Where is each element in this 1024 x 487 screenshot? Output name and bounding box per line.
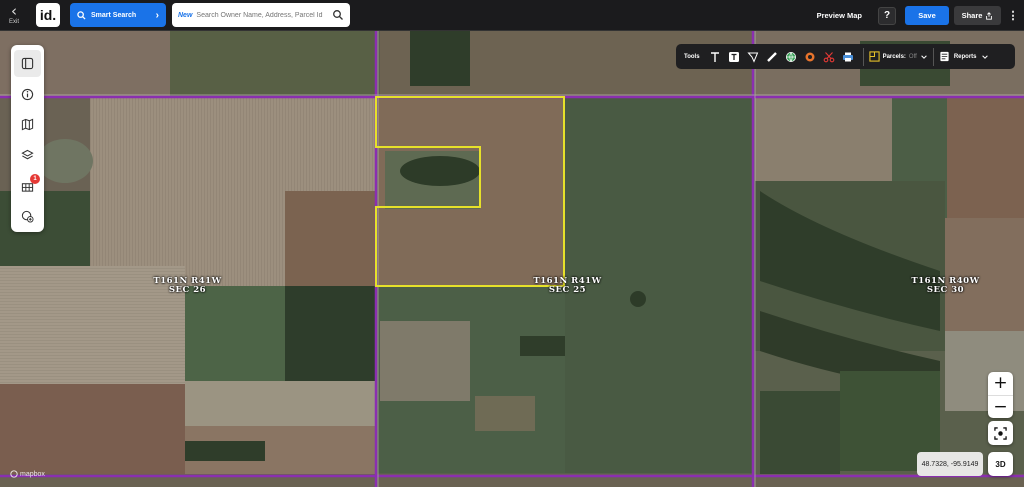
focus-icon <box>994 426 1007 440</box>
sidebar-item-layers[interactable] <box>14 142 41 169</box>
app-logo[interactable]: id. <box>36 3 60 27</box>
text-icon <box>711 51 720 62</box>
smart-search-button[interactable]: Smart Search › <box>70 3 166 27</box>
panel-icon <box>21 57 34 69</box>
search-icon[interactable] <box>332 9 344 21</box>
ruler-icon <box>767 51 777 62</box>
save-button[interactable]: Save <box>905 6 949 25</box>
zoom-control: + − <box>988 372 1013 418</box>
cut-tool[interactable] <box>820 47 839 66</box>
globe-tool[interactable] <box>782 47 801 66</box>
text-box-tool[interactable] <box>725 47 744 66</box>
search-box: New <box>172 3 350 27</box>
sidebar-item-data-layers[interactable]: 1 <box>14 173 41 200</box>
chevron-left-icon: ‹ <box>11 2 17 20</box>
map-icon <box>21 118 34 131</box>
locate-button[interactable] <box>988 421 1013 445</box>
top-bar: ‹ Exit id. Smart Search › New Preview Ma… <box>0 0 1024 31</box>
reports-icon <box>940 51 949 62</box>
scissors-icon <box>823 51 835 62</box>
app-root: T161N R41W SEC 26 T161N R41W SEC 25 T161N … <box>0 0 1024 487</box>
top-right-actions: Preview Map ? Save Share ⋮ <box>817 0 1024 31</box>
aerial-imagery <box>0 31 1024 487</box>
parcels-toggle[interactable]: Parcels: Off <box>868 51 928 62</box>
exit-button[interactable]: ‹ Exit <box>0 0 28 31</box>
left-sidebar: 1 <box>11 45 44 232</box>
search-icon <box>77 10 86 20</box>
print-tool[interactable] <box>839 47 858 66</box>
info-icon <box>21 88 34 100</box>
divider <box>862 47 864 66</box>
tools-label: Tools <box>684 53 700 60</box>
section-label-sec25: T161N R41W SEC 25 <box>533 276 602 295</box>
tools-bar: Tools Parcels: Off Reports <box>676 44 1015 69</box>
mapbox-attribution[interactable]: mapbox <box>10 470 45 478</box>
chevron-right-icon: › <box>155 9 159 21</box>
section-label-sec30: T161N R40W SEC 30 <box>911 276 980 295</box>
mapbox-logo-icon <box>10 470 18 478</box>
coordinates-readout: 48.7328, -95.9149 <box>917 452 983 476</box>
help-button[interactable]: ? <box>878 6 896 25</box>
share-icon <box>986 11 993 20</box>
more-menu-icon[interactable]: ⋮ <box>1005 9 1021 22</box>
map-view[interactable]: T161N R41W SEC 26 T161N R41W SEC 25 T161N … <box>0 31 1024 487</box>
add-layer-icon <box>21 211 34 223</box>
zoom-out-button[interactable]: − <box>988 396 1013 419</box>
notification-badge: 1 <box>30 173 40 184</box>
printer-icon <box>843 52 854 61</box>
layers-icon <box>21 149 34 160</box>
polygon-icon <box>747 52 759 63</box>
3d-toggle-button[interactable]: 3D <box>988 452 1013 476</box>
text-box-icon <box>729 51 740 62</box>
divider <box>932 47 934 66</box>
radius-icon <box>805 52 815 61</box>
preview-map-button[interactable]: Preview Map <box>817 11 862 20</box>
text-tool[interactable] <box>706 47 725 66</box>
search-input[interactable] <box>196 11 332 19</box>
polygon-tool[interactable] <box>744 47 763 66</box>
sidebar-item-panel[interactable] <box>14 50 41 77</box>
share-button[interactable]: Share <box>954 6 1001 25</box>
sidebar-item-info[interactable] <box>14 81 41 108</box>
parcel-icon <box>868 51 880 62</box>
sidebar-item-add-layer[interactable] <box>14 203 41 230</box>
measure-tool[interactable] <box>763 47 782 66</box>
zoom-in-button[interactable]: + <box>988 372 1013 395</box>
sidebar-item-basemap[interactable] <box>14 111 41 138</box>
chevron-down-icon <box>921 54 927 59</box>
globe-icon <box>786 51 797 62</box>
new-badge: New <box>178 11 193 19</box>
reports-menu[interactable]: Reports <box>939 51 989 62</box>
radius-tool[interactable] <box>801 47 820 66</box>
section-label-sec26: T161N R41W SEC 26 <box>153 276 222 295</box>
chevron-down-icon <box>981 54 988 59</box>
